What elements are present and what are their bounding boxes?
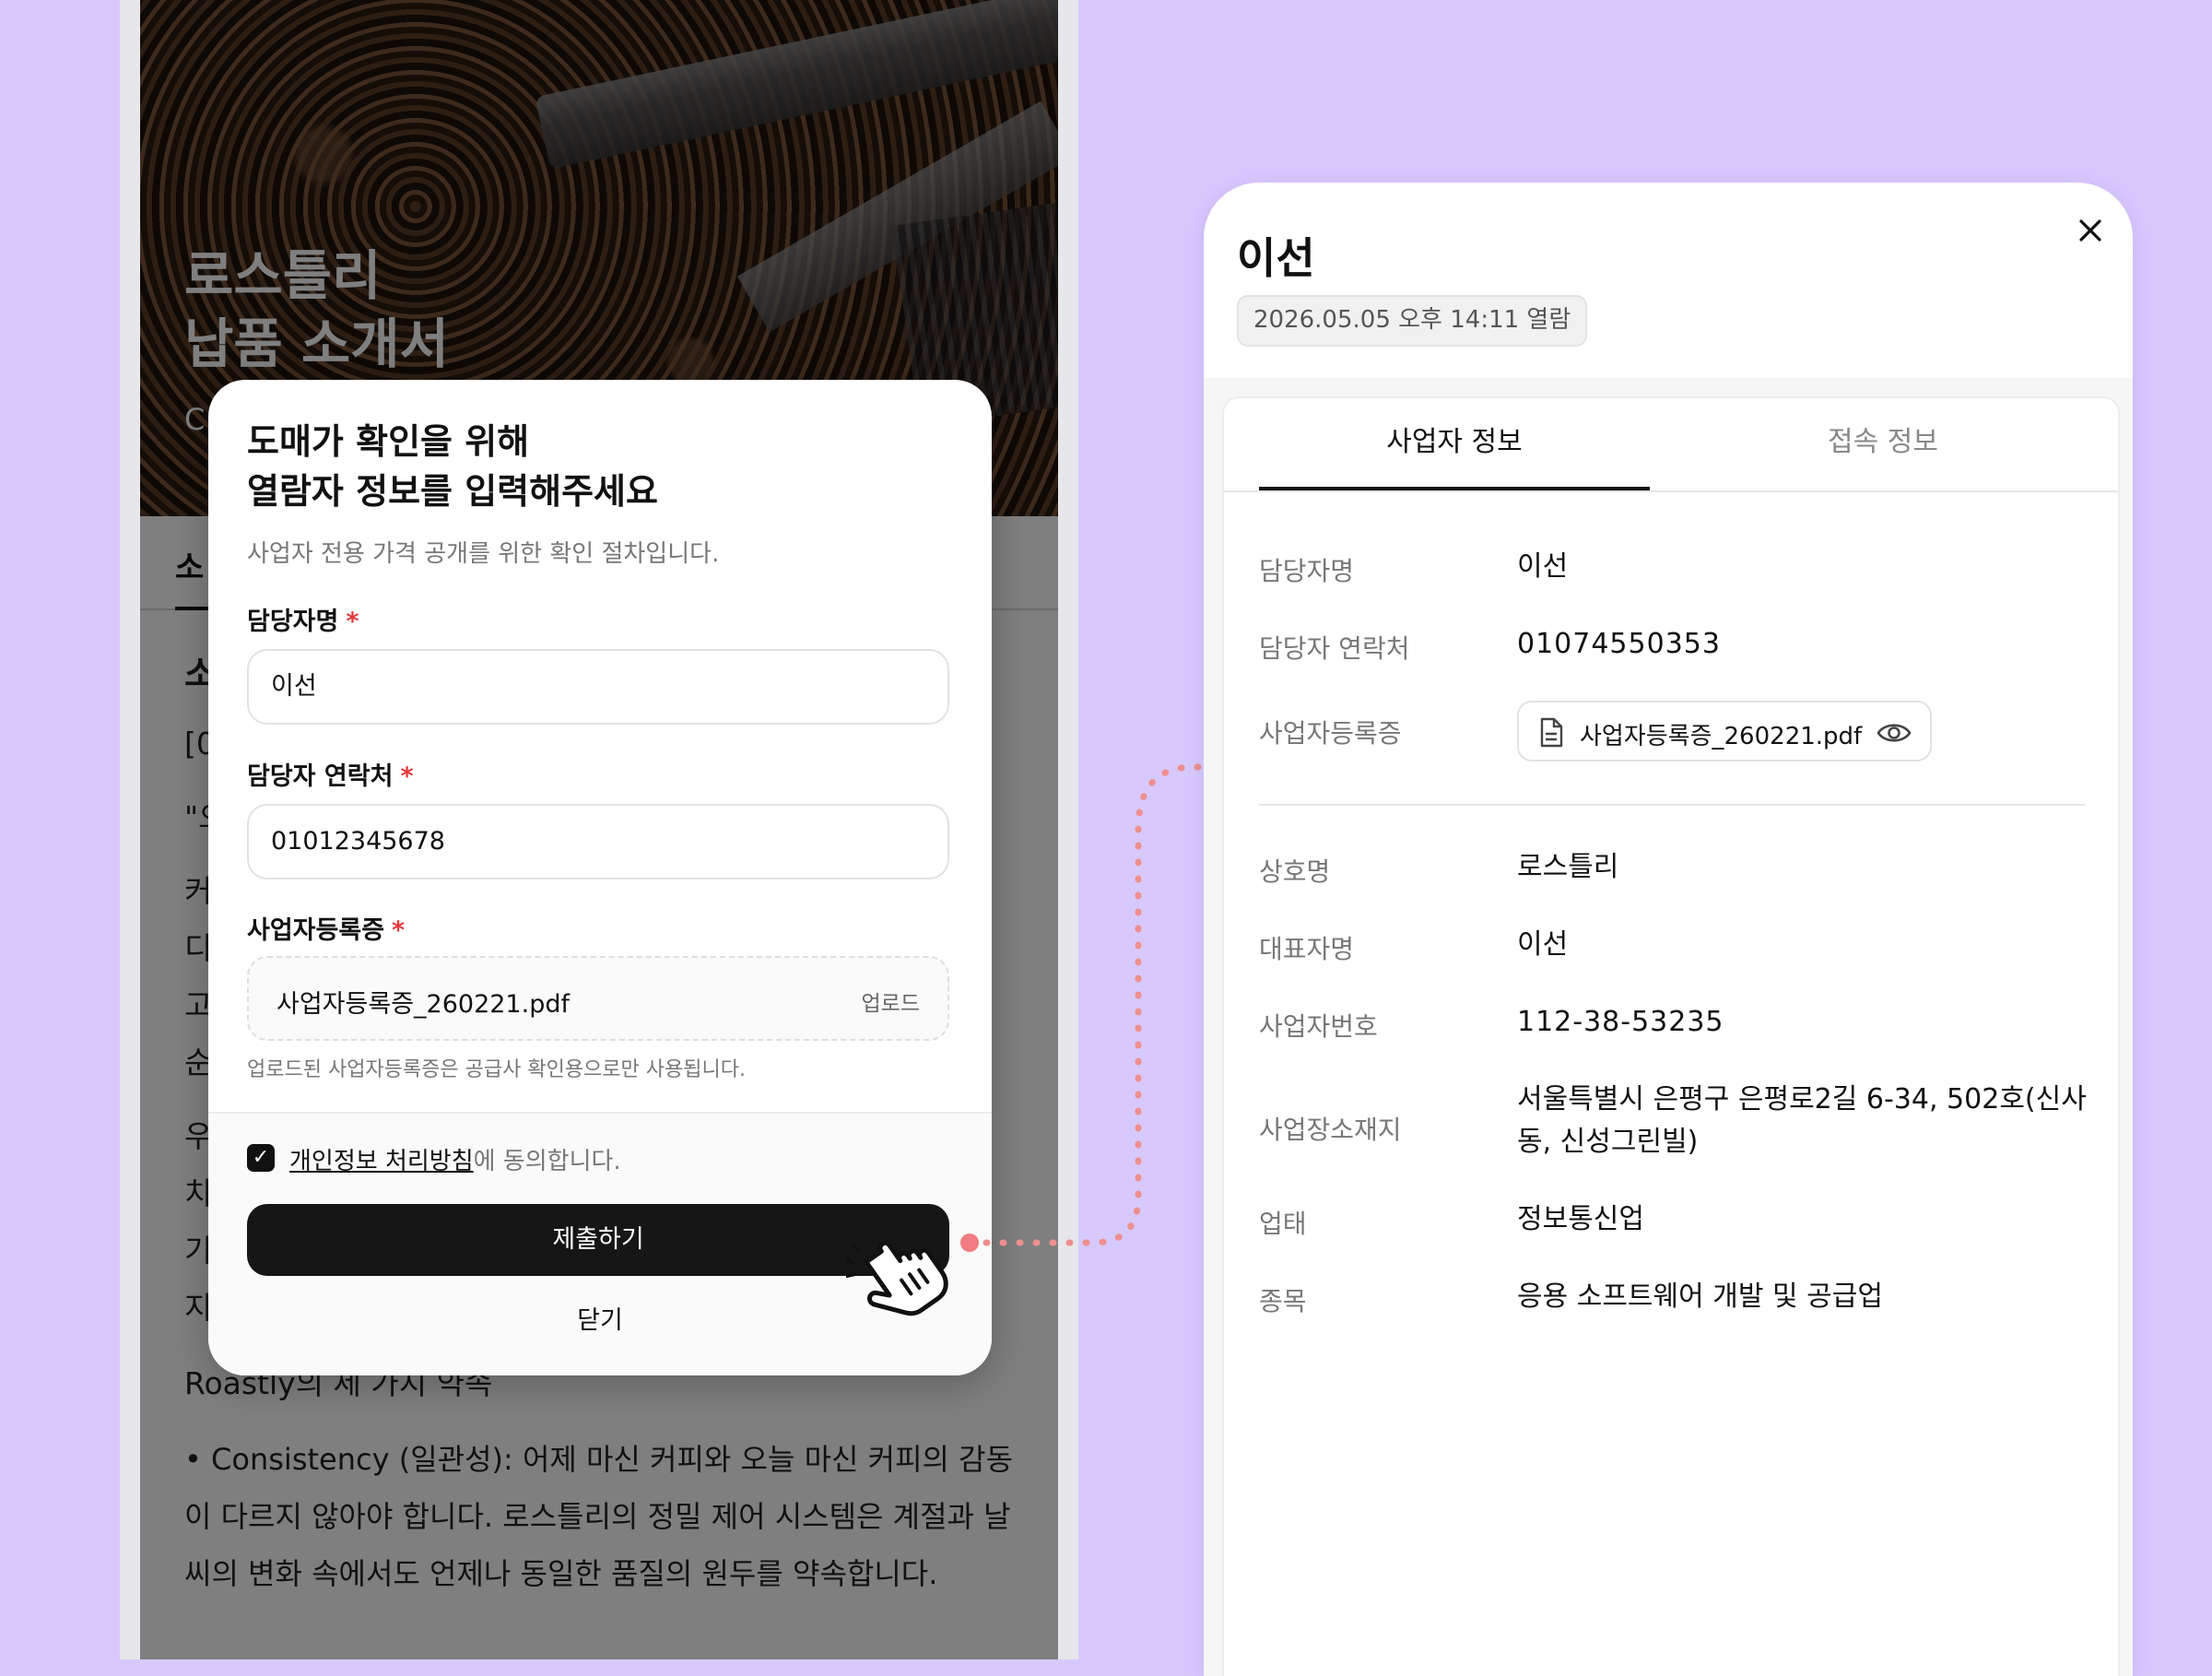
business-type-value: 정보통신업 xyxy=(1517,1203,1644,1235)
license-file-name: 사업자등록증_260221.pdf xyxy=(1580,723,1863,750)
ceo-name-label: 대표자명 xyxy=(1259,934,1355,964)
submit-button[interactable]: 제출하기 xyxy=(247,1204,949,1276)
contact-name-label: 담당자명 xyxy=(1259,556,1355,586)
business-type-label: 업태 xyxy=(1259,1209,1307,1239)
license-file-chip[interactable]: 사업자등록증_260221.pdf xyxy=(1517,701,1932,761)
document-icon xyxy=(1540,717,1563,748)
tab-business-info[interactable]: 사업자 정보 xyxy=(1259,398,1650,490)
connector-line xyxy=(960,763,1235,1252)
name-field-label: 담당자명 * xyxy=(247,601,359,637)
business-item-label: 종목 xyxy=(1259,1286,1307,1316)
uploaded-file-name: 사업자등록증_260221.pdf xyxy=(276,990,570,1019)
modal-description: 사업자 전용 가격 공개를 위한 확인 절차입니다. xyxy=(247,540,720,568)
contact-phone-value: 01074550353 xyxy=(1517,628,1721,660)
phone-input[interactable]: 01012345678 xyxy=(247,804,949,879)
viewer-detail-panel: 이선 2026.05.05 오후 14:11 열람 사업자 정보 접속 정보 담… xyxy=(1204,183,2133,1676)
info-tabs: 사업자 정보 접속 정보 xyxy=(1224,398,2118,492)
business-item-value: 응용 소프트웨어 개발 및 공급업 xyxy=(1517,1281,1883,1313)
required-mark: * xyxy=(400,762,414,791)
required-mark: * xyxy=(392,916,406,945)
phone-field-label: 담당자 연락처 * xyxy=(247,756,414,792)
eye-icon[interactable] xyxy=(1877,719,1912,747)
privacy-policy-link[interactable]: 개인정보 처리방침 xyxy=(289,1148,474,1175)
modal-title: 도매가 확인을 위해 열람자 정보를 입력해주세요 xyxy=(247,421,658,512)
license-upload-box[interactable]: 사업자등록증_260221.pdf 업로드 xyxy=(247,956,949,1041)
license-label-text: 사업자등록증 xyxy=(247,916,385,945)
upload-hint: 업로드된 사업자등록증은 공급사 확인용으로만 사용됩니다. xyxy=(247,1058,746,1081)
address-label: 사업장소재지 xyxy=(1259,1115,1402,1145)
contact-name-value: 이선 xyxy=(1517,550,1569,583)
name-input[interactable]: 이선 xyxy=(247,649,949,725)
info-card: 사업자 정보 접속 정보 담당자명 이선 담당자 연락처 01074550353… xyxy=(1222,396,2120,1676)
modal-divider xyxy=(208,1112,992,1114)
consent-text: 개인정보 처리방침에 동의합니다. xyxy=(289,1142,621,1176)
address-value: 서울특별시 은평구 은평로2길 6-34, 502호(신사동, 신성그린빌) xyxy=(1517,1083,2087,1158)
tab-access-info[interactable]: 접속 정보 xyxy=(1685,398,2081,490)
viewed-at-badge: 2026.05.05 오후 14:11 열람 xyxy=(1237,295,1588,347)
section-divider xyxy=(1259,804,2085,806)
name-label-text: 담당자명 xyxy=(247,608,339,636)
hand-pointer-icon xyxy=(846,1240,948,1316)
consent-checkbox[interactable]: ✓ xyxy=(247,1144,275,1172)
consent-suffix: 에 동의합니다. xyxy=(473,1148,621,1175)
contact-phone-label: 담당자 연락처 xyxy=(1259,633,1410,664)
license-label: 사업자등록증 xyxy=(1259,718,1402,749)
phone-label-text: 담당자 연락처 xyxy=(247,762,394,791)
ceo-name-value: 이선 xyxy=(1517,928,1569,961)
license-field-label: 사업자등록증 * xyxy=(247,910,405,946)
company-name-value: 로스틀리 xyxy=(1517,851,1619,883)
upload-button[interactable]: 업로드 xyxy=(862,986,920,1017)
required-mark: * xyxy=(346,608,359,636)
company-name-label: 상호명 xyxy=(1259,856,1331,887)
business-number-value: 112-38-53235 xyxy=(1517,1006,1724,1038)
viewer-name: 이선 xyxy=(1237,233,1315,283)
close-icon[interactable] xyxy=(2070,210,2111,251)
business-number-label: 사업자번호 xyxy=(1259,1011,1378,1042)
